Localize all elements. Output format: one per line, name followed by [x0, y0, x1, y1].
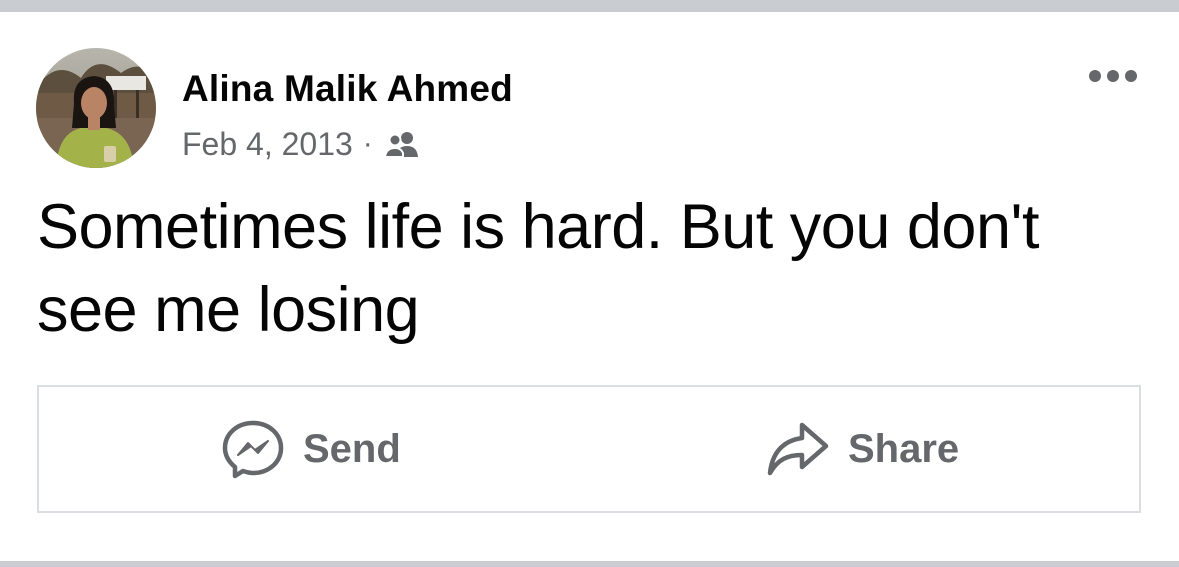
more-options-button[interactable] [1082, 56, 1144, 96]
avatar[interactable] [36, 48, 156, 168]
post-actions: Send Share [37, 385, 1141, 513]
bottom-divider [0, 561, 1179, 567]
post-meta: Feb 4, 2013 · [182, 126, 419, 162]
share-label: Share [848, 426, 960, 471]
post-date[interactable]: Feb 4, 2013 [182, 126, 353, 163]
post-text: Sometimes life is hard. But you don't se… [37, 192, 1040, 345]
send-button[interactable]: Send [221, 387, 401, 511]
post-card: Alina Malik Ahmed Feb 4, 2013 · Sometime… [0, 0, 1179, 567]
top-divider [0, 0, 1179, 12]
friends-icon[interactable] [384, 131, 419, 157]
author-name[interactable]: Alina Malik Ahmed [182, 68, 513, 110]
more-options-icon [1089, 70, 1137, 82]
send-label: Send [303, 426, 401, 471]
share-arrow-icon [767, 422, 829, 476]
meta-separator: · [362, 127, 373, 160]
messenger-icon [222, 420, 284, 479]
share-button[interactable]: Share [766, 387, 959, 511]
